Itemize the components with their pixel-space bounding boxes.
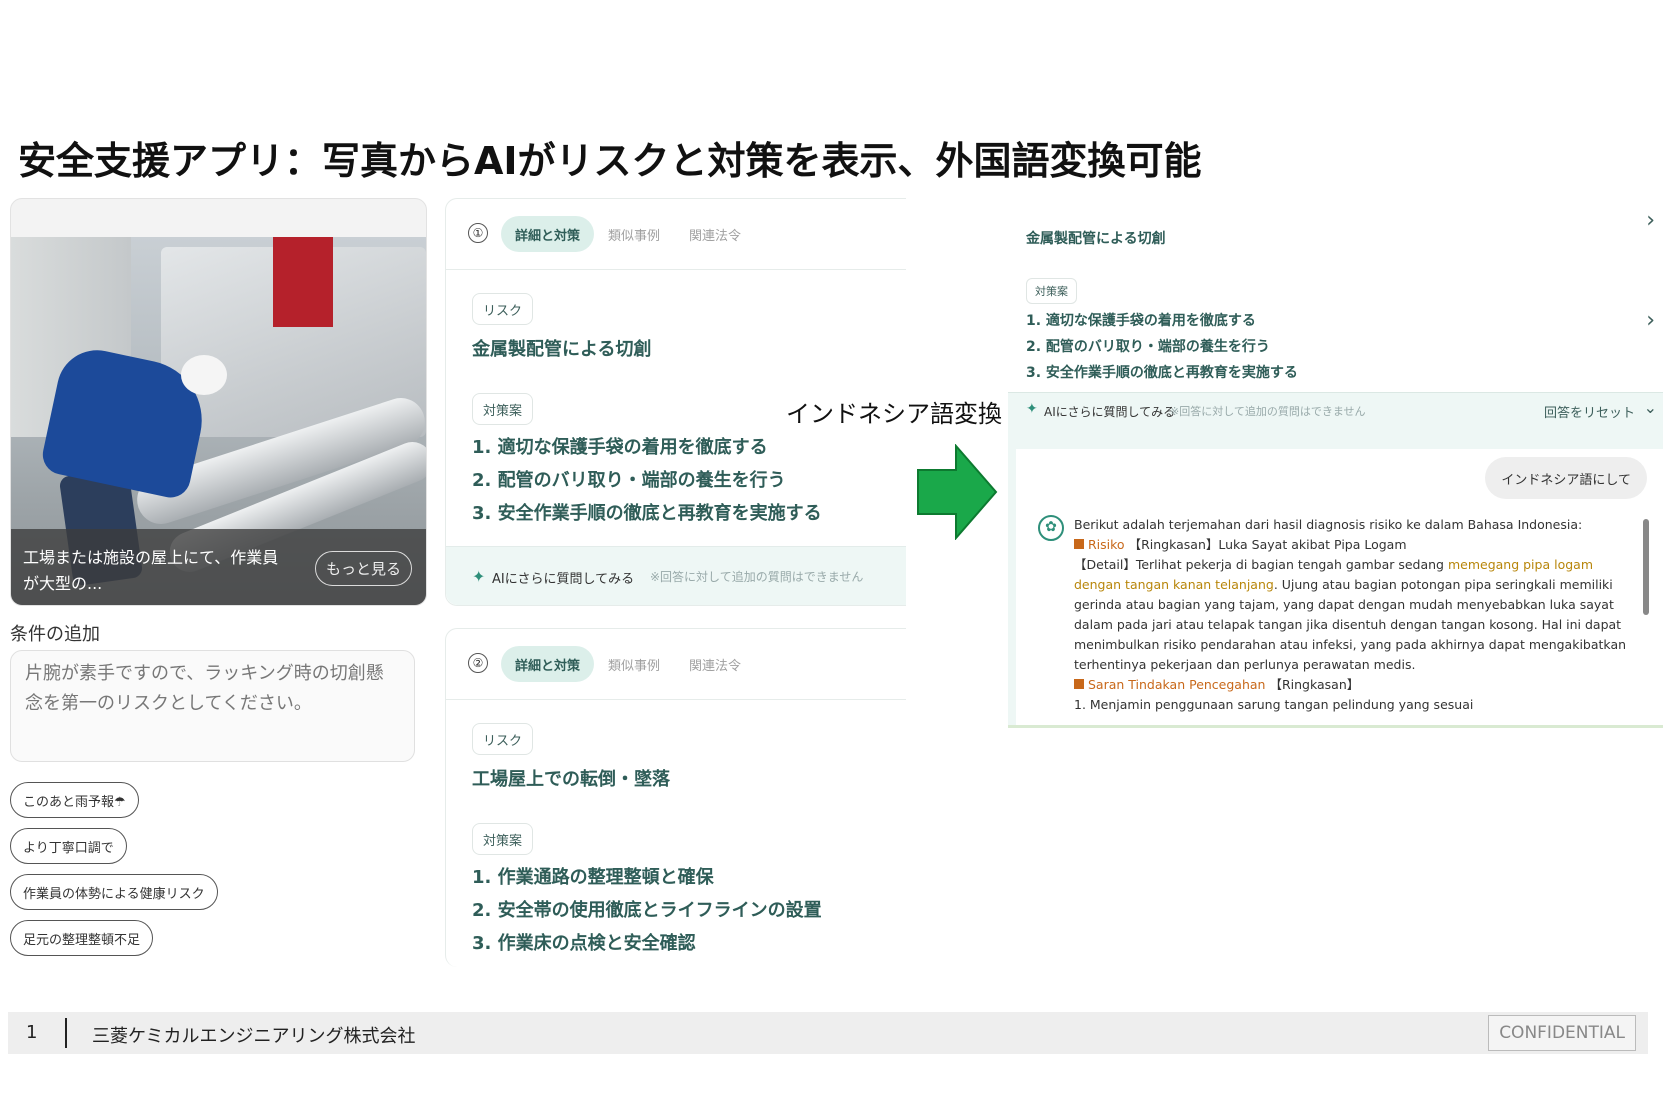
measure-badge: 対策案 <box>1026 278 1077 304</box>
ask-ai-label[interactable]: AIにさらに質問してみる <box>1044 403 1175 420</box>
saran-summary: 【Ringkasan】 <box>1269 677 1360 692</box>
tab-details[interactable]: 詳細と対策 <box>501 646 595 682</box>
more-button[interactable]: もっと見る <box>314 551 412 586</box>
conditions-label: 条件の追加 <box>10 624 100 645</box>
tab-related-laws[interactable]: 関連法令 <box>689 655 741 674</box>
risk-heading: Risiko <box>1088 537 1125 552</box>
card-tabs: ② 詳細と対策 類似事例 関連法令 <box>446 629 906 700</box>
chat-body: インドネシア語にして ✿ Berikut adalah terjemahan d… <box>1016 449 1663 725</box>
risk-summary: 【Ringkasan】Luka Sayat akibat Pipa Logam <box>1128 537 1407 552</box>
conditions-input[interactable]: 片腕が素手ですので、ラッキング時の切創懸念を第一のリスクとしてください。 <box>10 650 415 762</box>
suggestion-chip-tidiness[interactable]: 足元の整理整頓不足 <box>10 920 154 956</box>
photo-card[interactable]: 工場または施設の屋上にて、作業員が大型の... もっと見る <box>10 198 427 606</box>
measure-item: 3. 作業床の点検と安全確認 <box>472 933 696 954</box>
saran-heading: Saran Tindakan Pencegahan <box>1088 677 1266 692</box>
chat-header: ✦ AIにさらに質問してみる ※回答に対して追加の質問はできません 回答をリセッ… <box>1008 393 1663 429</box>
ask-ai-note: ※回答に対して追加の質問はできません <box>650 570 864 584</box>
ai-response-intro: Berikut adalah terjemahan dari hasil dia… <box>1074 517 1583 532</box>
measure-item: 1. 作業通路の整理整頓と確保 <box>472 867 714 888</box>
card-number: ② <box>468 653 488 673</box>
sparkle-icon: ✦ <box>1026 401 1038 417</box>
measure-item: 2. 安全帯の使用徹底とライフラインの設置 <box>472 900 822 921</box>
ai-avatar-icon: ✿ <box>1038 515 1064 541</box>
photo-caption-text: 工場または施設の屋上にて、作業員が大型の... <box>23 548 279 593</box>
convert-label: インドネシア語変換 <box>786 400 1002 428</box>
suggestion-chip-rain[interactable]: このあと雨予報☂ <box>10 782 139 818</box>
ai-chat-panel: ✦ AIにさらに質問してみる ※回答に対して追加の質問はできません 回答をリセッ… <box>1008 392 1663 728</box>
confidential-badge: CONFIDENTIAL <box>1488 1015 1636 1051</box>
user-message: インドネシア語にして <box>1485 457 1647 499</box>
chat-scrollbar[interactable] <box>1643 519 1649 615</box>
risk-card-2: ② 詳細と対策 類似事例 関連法令 リスク 工場屋上での転倒・墜落 対策案 1.… <box>445 628 906 967</box>
risk-title: 金属製配管による切創 <box>472 339 652 360</box>
divider <box>65 1018 67 1048</box>
page-number: 1 <box>26 1022 38 1043</box>
sparkle-icon: ✦ <box>472 567 486 586</box>
tab-similar-cases[interactable]: 類似事例 <box>608 655 660 674</box>
chevron-down-icon[interactable]: ⌄ <box>1644 398 1657 417</box>
chevron-right-icon[interactable]: › <box>1646 208 1655 233</box>
chevron-right-icon[interactable]: › <box>1646 308 1655 333</box>
bullet-square-icon <box>1074 539 1084 549</box>
bullet-square-icon <box>1074 679 1084 689</box>
reset-answer-button[interactable]: 回答をリセット <box>1544 402 1635 421</box>
measure-item: 1. 適切な保護手袋の着用を徹底する <box>1026 313 1256 329</box>
slide-footer: 1 三菱ケミカルエンジニアリング株式会社 CONFIDENTIAL <box>8 1012 1648 1054</box>
risk-title: 工場屋上での転倒・墜落 <box>472 769 670 790</box>
tab-details[interactable]: 詳細と対策 <box>501 216 595 252</box>
detail-prefix: 【Detail】Terlihat pekerja di bagian tenga… <box>1074 557 1448 572</box>
ask-ai-note: ※回答に対して追加の質問はできません <box>1170 405 1366 418</box>
tab-related-laws[interactable]: 関連法令 <box>689 225 741 244</box>
measure-item: 2. 配管のバリ取り・端部の養生を行う <box>1026 339 1270 355</box>
right-arrow-icon <box>917 444 998 540</box>
risk-title: 金属製配管による切創 <box>1026 231 1166 247</box>
ask-ai-bar[interactable]: ✦ AIにさらに質問してみる ※回答に対して追加の質問はできません <box>446 546 906 605</box>
tab-similar-cases[interactable]: 類似事例 <box>608 225 660 244</box>
suggestion-chip-polite[interactable]: より丁寧口調で <box>10 828 127 864</box>
suggestion-chip-posture[interactable]: 作業員の体勢による健康リスク <box>10 874 218 910</box>
ai-response: Berikut adalah terjemahan dari hasil dia… <box>1074 515 1634 715</box>
card-number: ① <box>468 223 488 243</box>
photo-caption: 工場または施設の屋上にて、作業員が大型の... もっと見る <box>11 529 426 605</box>
measure-item: 1. 適切な保護手袋の着用を徹底する <box>472 437 768 458</box>
measure-item: 3. 安全作業手順の徹底と再教育を実施する <box>472 503 822 524</box>
measure-item: 2. 配管のバリ取り・端部の養生を行う <box>472 470 786 491</box>
card-tabs: ① 詳細と対策 類似事例 関連法令 <box>446 199 906 270</box>
translated-risk-card: 金属製配管による切創 対策案 1. 適切な保護手袋の着用を徹底する 2. 配管の… <box>1010 198 1663 392</box>
measure-item: 3. 安全作業手順の徹底と再教育を実施する <box>1026 365 1298 381</box>
company-name: 三菱ケミカルエンジニアリング株式会社 <box>92 1026 416 1047</box>
measure-badge: 対策案 <box>472 823 534 855</box>
risk-badge: リスク <box>472 293 534 325</box>
slide-title: 安全支援アプリ：写真からAIがリスクと対策を表示、外国語変換可能 <box>18 139 1202 183</box>
saran-item: 1. Menjamin penggunaan sarung tangan pel… <box>1074 697 1474 712</box>
ask-ai-label[interactable]: AIにさらに質問してみる <box>492 568 634 587</box>
measure-badge: 対策案 <box>472 393 534 425</box>
risk-badge: リスク <box>472 723 534 755</box>
